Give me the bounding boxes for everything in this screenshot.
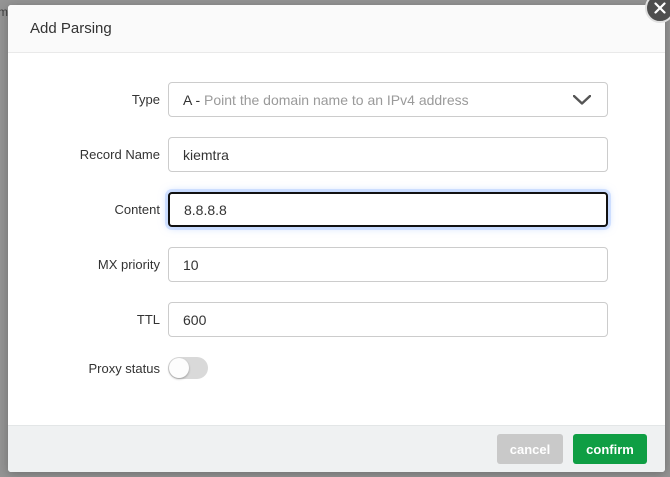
- add-parsing-modal: Add Parsing Type A - Point the domain na…: [8, 5, 665, 472]
- modal-footer: cancel confirm: [8, 425, 665, 472]
- content-label: Content: [8, 202, 160, 217]
- ttl-label: TTL: [8, 312, 160, 327]
- content-input[interactable]: [168, 192, 608, 227]
- toggle-knob: [169, 358, 189, 378]
- mx-priority-input[interactable]: [168, 247, 608, 282]
- modal-header: Add Parsing: [8, 5, 665, 53]
- record-name-label: Record Name: [8, 147, 160, 162]
- mx-priority-label: MX priority: [8, 257, 160, 272]
- chevron-down-icon: [573, 95, 591, 105]
- content-row: Content: [8, 192, 608, 227]
- record-name-input[interactable]: [168, 137, 608, 172]
- proxy-status-toggle[interactable]: [168, 357, 208, 379]
- background-text-fragment: m: [0, 5, 8, 19]
- proxy-status-row: Proxy status: [8, 357, 608, 379]
- type-select-description: Point the domain name to an IPv4 address: [204, 92, 469, 108]
- modal-title: Add Parsing: [30, 20, 112, 37]
- cancel-button[interactable]: cancel: [497, 434, 563, 464]
- confirm-button[interactable]: confirm: [573, 434, 647, 464]
- type-select[interactable]: A - Point the domain name to an IPv4 add…: [168, 82, 608, 117]
- type-select-value: A -: [183, 92, 204, 108]
- type-row: Type A - Point the domain name to an IPv…: [8, 82, 608, 117]
- type-label: Type: [8, 92, 160, 107]
- mx-priority-row: MX priority: [8, 247, 608, 282]
- modal-body: Type A - Point the domain name to an IPv…: [8, 53, 665, 425]
- proxy-status-label: Proxy status: [8, 361, 160, 376]
- ttl-row: TTL: [8, 302, 608, 337]
- close-icon: [654, 2, 666, 14]
- ttl-input[interactable]: [168, 302, 608, 337]
- record-name-row: Record Name: [8, 137, 608, 172]
